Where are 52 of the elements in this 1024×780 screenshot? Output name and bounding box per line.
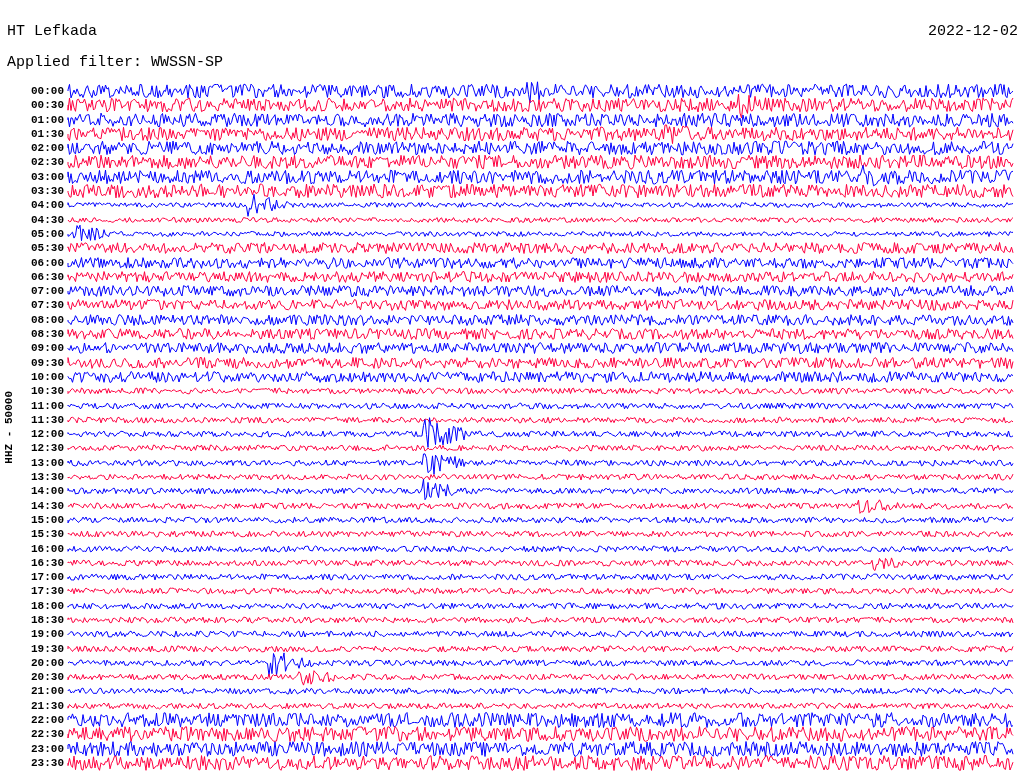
- time-label: 01:00: [30, 112, 65, 127]
- time-label: 01:30: [30, 126, 65, 142]
- time-label: 09:00: [30, 341, 65, 356]
- time-label: 02:00: [30, 141, 65, 156]
- time-label: 13:30: [30, 470, 65, 485]
- time-label: 15:30: [30, 527, 65, 542]
- time-label: 11:00: [30, 398, 65, 413]
- station-title: HT Lefkada: [7, 22, 97, 40]
- time-label: 18:30: [30, 613, 65, 628]
- filter-label: Applied filter: WWSSN-SP: [6, 53, 225, 73]
- time-label: 08:00: [30, 312, 65, 328]
- time-label: 00:30: [30, 98, 65, 113]
- time-label: 05:00: [30, 226, 65, 242]
- time-label: 10:30: [30, 384, 65, 399]
- time-label: 05:30: [30, 241, 65, 256]
- time-label: 14:00: [30, 484, 65, 499]
- time-label: 17:00: [30, 570, 65, 585]
- time-label: 22:00: [30, 713, 65, 728]
- time-label: 07:00: [30, 284, 65, 299]
- time-label: 23:00: [30, 741, 65, 756]
- time-label: 15:00: [30, 512, 65, 528]
- time-label: 14:30: [30, 498, 65, 513]
- time-label: 21:30: [30, 698, 65, 714]
- time-label: 21:00: [30, 684, 65, 699]
- time-label: 16:30: [30, 555, 65, 571]
- time-label: 20:00: [30, 655, 65, 671]
- time-label: 07:30: [30, 298, 65, 313]
- time-label: 09:30: [30, 355, 65, 370]
- time-label: 22:30: [30, 727, 65, 742]
- time-label: 06:30: [30, 269, 65, 285]
- date-label: 2022-12-02: [928, 22, 1018, 40]
- time-label: 08:30: [30, 327, 65, 342]
- time-label: 16:00: [30, 541, 65, 556]
- time-label: 19:30: [30, 641, 65, 656]
- time-label: 00:00: [30, 84, 65, 99]
- time-label: 11:30: [30, 412, 65, 428]
- time-label: 13:00: [30, 455, 65, 470]
- time-label: 02:30: [30, 155, 65, 170]
- time-label: 23:30: [30, 755, 65, 771]
- time-label: 17:30: [30, 584, 65, 599]
- axis-label: HHZ - 50000: [3, 390, 15, 464]
- time-label: 18:00: [30, 598, 65, 613]
- time-label: 19:00: [30, 627, 65, 642]
- time-label: 04:30: [30, 212, 65, 227]
- time-label: 10:00: [30, 369, 65, 385]
- time-label: 12:00: [30, 427, 65, 442]
- time-label: 06:00: [30, 255, 65, 270]
- time-label: 03:00: [30, 169, 65, 185]
- time-label: 03:30: [30, 184, 65, 199]
- time-label: 12:30: [30, 441, 65, 456]
- time-label: 20:30: [30, 670, 65, 685]
- time-label: 04:00: [30, 198, 65, 213]
